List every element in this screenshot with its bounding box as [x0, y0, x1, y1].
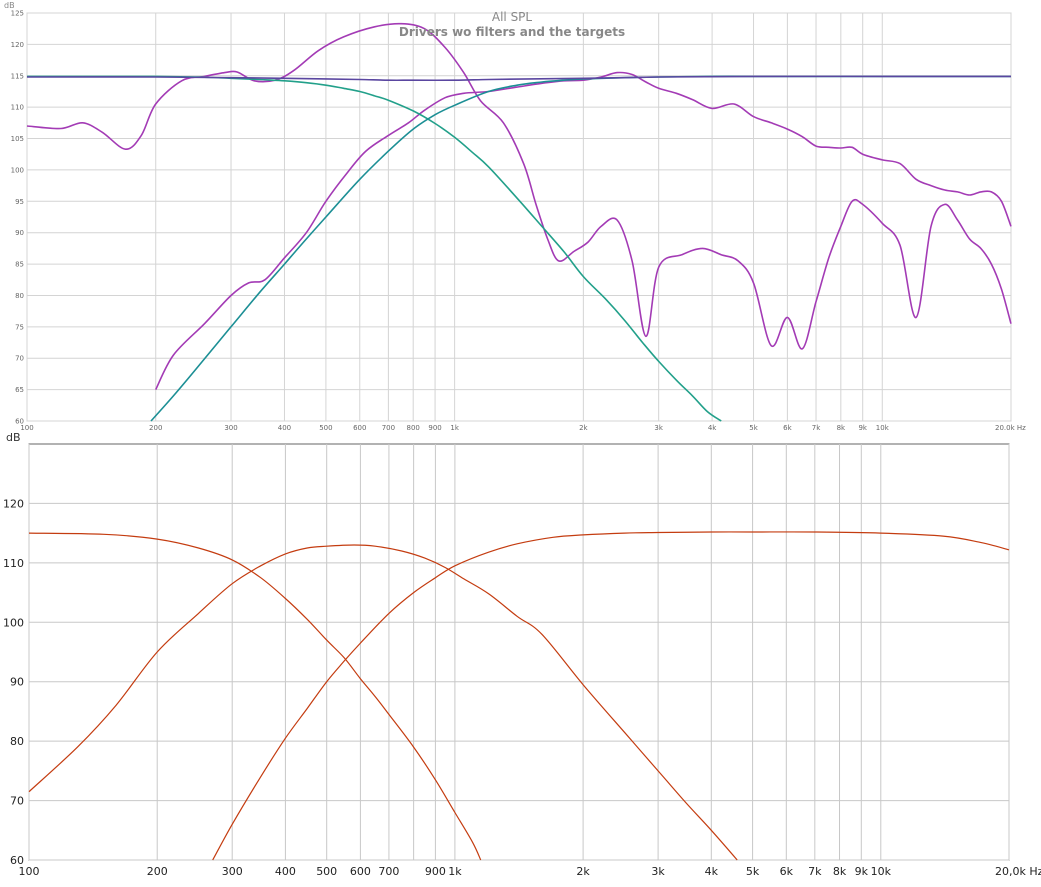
y-tick-label: 75: [15, 323, 24, 331]
x-tick-label: 600: [350, 865, 371, 878]
y-tick-label: 80: [10, 735, 24, 748]
x-tick-label: 6k: [780, 865, 794, 878]
y-tick-label: 70: [10, 795, 24, 808]
x-tick-label: 2k: [579, 424, 588, 432]
x-tick-label: 600: [353, 424, 366, 432]
top-chart: 6065707580859095100105110115120125 10020…: [4, 1, 1026, 432]
x-tick-label: 3k: [651, 865, 665, 878]
x-tick-label: 100: [19, 865, 40, 878]
x-tick-label: 300: [222, 865, 243, 878]
x-tick-label: 5k: [749, 424, 758, 432]
y-tick-label: 110: [3, 557, 24, 570]
x-tick-label: 1k: [450, 424, 459, 432]
bottom-chart: 60708090100110120 1002003004005006007009…: [3, 431, 1041, 878]
top-chart-subtitle: Drivers wo filters and the targets: [399, 25, 625, 39]
x-tick-label: 800: [407, 424, 420, 432]
spl-charts-svg: 6065707580859095100105110115120125 10020…: [0, 0, 1041, 883]
y-tick-label: 110: [11, 104, 24, 112]
x-tick-label: 7k: [808, 865, 822, 878]
x-tick-label: 700: [378, 865, 399, 878]
x-tick-label: 3k: [654, 424, 663, 432]
x-tick-label: 200: [149, 424, 162, 432]
x-tick-label: 20.0k Hz: [995, 424, 1026, 432]
top-y-unit-label: dB: [4, 1, 15, 10]
x-tick-label: 700: [382, 424, 395, 432]
x-tick-label: 10k: [871, 865, 892, 878]
y-tick-label: 95: [15, 198, 24, 206]
x-tick-label: 400: [275, 865, 296, 878]
x-tick-label: 9k: [858, 424, 867, 432]
x-tick-label: 400: [278, 424, 291, 432]
y-tick-label: 70: [15, 355, 24, 363]
y-tick-label: 80: [15, 292, 24, 300]
x-tick-label: 6k: [783, 424, 792, 432]
x-tick-label: 500: [316, 865, 337, 878]
x-tick-label: 7k: [812, 424, 821, 432]
y-tick-label: 115: [11, 72, 24, 80]
spl-chart-window: 6065707580859095100105110115120125 10020…: [0, 0, 1041, 883]
bottom-plot-area: [29, 444, 1009, 860]
y-tick-label: 120: [3, 497, 24, 510]
y-tick-label: 120: [11, 41, 24, 49]
x-tick-label: 300: [224, 424, 237, 432]
top-plot-area: [27, 13, 1011, 421]
y-tick-label: 105: [11, 135, 24, 143]
y-tick-label: 125: [11, 10, 24, 18]
y-tick-label: 90: [10, 676, 24, 689]
x-tick-label: 100: [20, 424, 33, 432]
bottom-y-unit-label: dB: [6, 431, 21, 444]
y-tick-label: 85: [15, 261, 24, 269]
y-tick-label: 65: [15, 386, 24, 394]
y-tick-label: 100: [11, 166, 24, 174]
x-tick-label: 20,0k Hz: [995, 865, 1041, 878]
x-tick-label: 4k: [708, 424, 717, 432]
y-tick-label: 90: [15, 229, 24, 237]
x-tick-label: 5k: [746, 865, 760, 878]
top-y-tick-labels: 6065707580859095100105110115120125: [11, 10, 24, 426]
x-tick-label: 10k: [876, 424, 890, 432]
x-tick-label: 500: [319, 424, 332, 432]
x-tick-label: 4k: [705, 865, 719, 878]
x-tick-label: 8k: [837, 424, 846, 432]
x-tick-label: 200: [147, 865, 168, 878]
x-tick-label: 1k: [448, 865, 462, 878]
bottom-x-tick-labels: 100 200 300 400 500 600 700 9001k 2k 3k 4k 5k 6k 7k 8k…: [19, 865, 1041, 878]
x-tick-label: 9k: [855, 865, 869, 878]
bottom-y-tick-labels: 60708090100110120: [3, 497, 24, 867]
x-tick-label: 8k: [833, 865, 847, 878]
x-tick-label: 2k: [576, 865, 590, 878]
x-tick-label: 900: [425, 865, 446, 878]
top-chart-title: All SPL: [492, 10, 533, 24]
y-tick-label: 100: [3, 616, 24, 629]
top-x-tick-labels: 100 200 300 400 500 600 700 800 900 1k 2k 3k 4k 5k 6k 7…: [20, 424, 1026, 432]
x-tick-label: 900: [428, 424, 441, 432]
